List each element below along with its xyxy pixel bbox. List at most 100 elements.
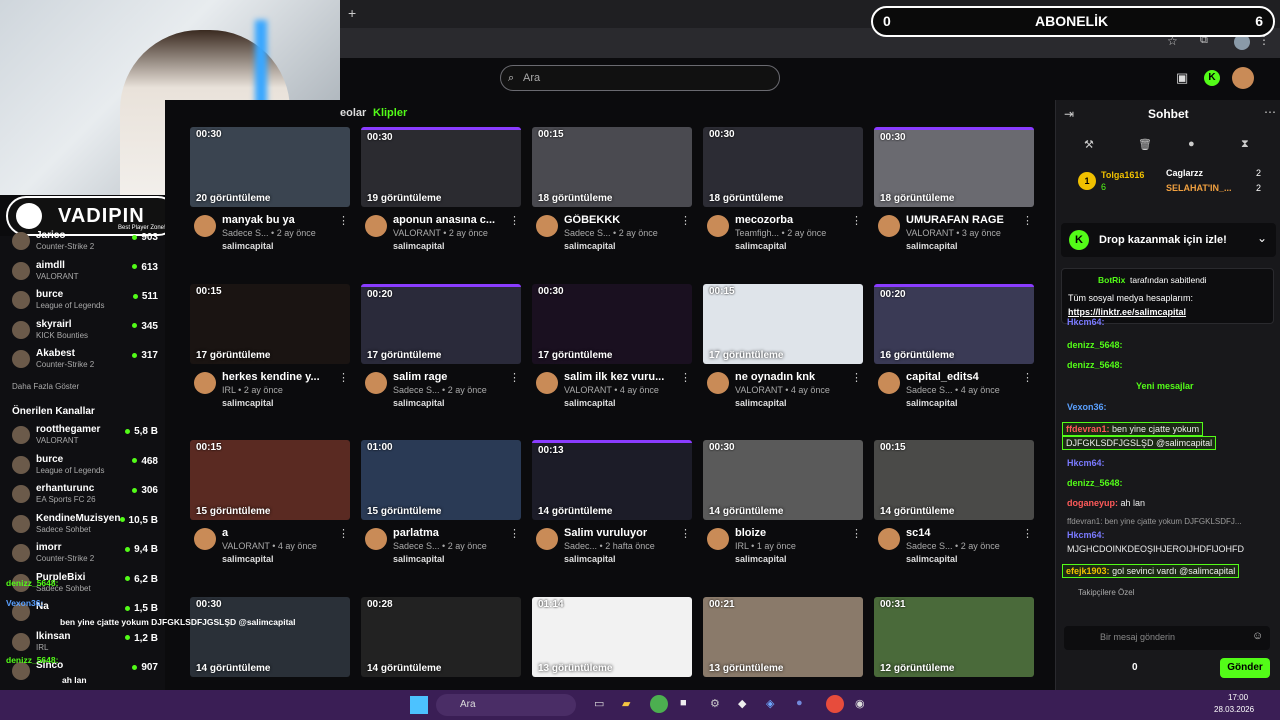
recommended-channel-item[interactable]: rootthegamer VALORANT 5,8 B [8,422,158,452]
clip-thumbnail[interactable]: 00:15 15 görüntüleme [190,440,350,520]
clip-thumbnail[interactable]: 00:30 20 görüntüleme [190,127,350,207]
recommended-channel-item[interactable]: imorr Counter-Strike 2 9,4 B [8,540,158,570]
chat-username[interactable]: ffdevran1: [1066,424,1110,434]
clip-channel[interactable]: salimcapital [735,398,787,408]
clip-title[interactable]: salim rage [393,371,511,383]
chat-bubble-icon[interactable]: ● [1188,138,1195,150]
clip-title[interactable]: manyak bu ya [222,214,340,226]
discord-icon[interactable]: ● [796,697,803,709]
clip-thumbnail[interactable]: 00:30 14 görüntüleme [190,597,350,677]
clip-thumbnail[interactable]: 00:30 17 görüntüleme [532,284,692,364]
recommended-channel-item[interactable]: burce League of Legends 468 [8,452,158,482]
chrome-active-icon[interactable] [826,695,844,713]
cast-icon[interactable]: ▣ [1176,70,1188,86]
clip-title[interactable]: a [222,527,340,539]
clip-menu-icon[interactable]: ⋮ [851,371,862,384]
chat-username[interactable]: denizz_5648: [1067,340,1123,350]
top-channel-item[interactable]: burce League of Legends 511 [8,287,158,317]
clip-thumbnail[interactable]: 00:30 19 görüntüleme [361,127,521,207]
recommended-channel-item[interactable]: lkinsan IRL 1,2 B [8,629,158,659]
chat-username[interactable]: denizz_5648: [1067,360,1123,370]
chat-menu-icon[interactable]: ⋯ [1264,105,1276,119]
send-button[interactable]: Gönder [1220,658,1270,678]
clip-thumbnail[interactable]: 00:15 18 görüntüleme [532,127,692,207]
clip-title[interactable]: Salim vuruluyor [564,527,682,539]
app-icon-2[interactable]: ◆ [738,697,746,710]
windows-start-icon[interactable] [410,696,428,714]
taskbar-search[interactable]: Ara [436,694,576,716]
clip-author-avatar[interactable] [878,215,900,237]
chat-username[interactable]: denizz_5648: [1067,478,1123,488]
chat-username[interactable]: efejk1903: [1066,566,1110,576]
tab-clips[interactable]: Klipler [373,107,407,119]
clip-thumbnail[interactable]: 00:31 12 görüntüleme [874,597,1034,677]
hourglass-icon[interactable]: ⧗ [1241,138,1249,151]
clip-menu-icon[interactable]: ⋮ [1022,371,1033,384]
clip-title[interactable]: parlatma [393,527,511,539]
clip-menu-icon[interactable]: ⋮ [680,527,691,540]
clip-menu-icon[interactable]: ⋮ [509,527,520,540]
clip-channel[interactable]: salimcapital [906,241,958,251]
chat-input[interactable]: Bir mesaj gönderin ☺ [1064,626,1270,650]
app-icon-1[interactable]: ■ [680,697,687,709]
clip-channel[interactable]: salimcapital [564,398,616,408]
chat-username[interactable]: doganeyup: [1067,498,1118,508]
clip-author-avatar[interactable] [707,528,729,550]
clip-title[interactable]: UMURAFAN RAGE [906,214,1024,226]
trash-icon[interactable]: 🗑 [1138,138,1152,151]
emoji-icon[interactable]: ☺ [1252,630,1263,642]
recommended-channel-item[interactable]: erhanturunc EA Sports FC 26 306 [8,481,158,511]
clip-menu-icon[interactable]: ⋮ [1022,214,1033,227]
tab-videos[interactable]: eolar [340,107,366,119]
clip-thumbnail[interactable]: 00:15 17 görüntüleme [190,284,350,364]
chrome-icon[interactable] [650,695,668,713]
clip-title[interactable]: mecozorba [735,214,853,226]
task-view-icon[interactable]: ▭ [594,697,604,710]
clip-author-avatar[interactable] [878,372,900,394]
top-channel-item[interactable]: Jarico Counter-Strike 2 903 [8,228,158,258]
user-avatar[interactable] [1232,67,1254,89]
clip-menu-icon[interactable]: ⋮ [1022,527,1033,540]
clip-title[interactable]: ne oynadın knk [735,371,853,383]
clip-author-avatar[interactable] [536,528,558,550]
clip-menu-icon[interactable]: ⋮ [851,214,862,227]
clip-channel[interactable]: salimcapital [735,241,787,251]
clip-thumbnail[interactable]: 00:20 16 görüntüleme [874,284,1034,364]
clip-channel[interactable]: salimcapital [906,554,958,564]
drop-banner[interactable]: K Drop kazanmak için izle! ⌄ [1061,223,1276,257]
show-more-link[interactable]: Daha Fazla Göster [12,382,79,391]
clip-thumbnail[interactable]: 00:30 18 görüntüleme [703,127,863,207]
clip-menu-icon[interactable]: ⋮ [680,371,691,384]
clip-channel[interactable]: salimcapital [735,554,787,564]
top-channel-item[interactable]: aimdll VALORANT 613 [8,258,158,288]
chevron-down-icon[interactable]: ⌄ [1257,231,1267,245]
clip-title[interactable]: salim ilk kez vuru... [564,371,682,383]
clip-channel[interactable]: salimcapital [393,398,445,408]
clip-menu-icon[interactable]: ⋮ [851,527,862,540]
clip-menu-icon[interactable]: ⋮ [338,371,349,384]
clip-menu-icon[interactable]: ⋮ [338,527,349,540]
pinned-link[interactable]: https://linktr.ee/salimcapital [1068,307,1186,317]
clip-author-avatar[interactable] [194,215,216,237]
recommended-channel-item[interactable]: KendineMuzisyen Sadece Sohbet 10,5 B [8,511,158,541]
clip-channel[interactable]: salimcapital [222,398,274,408]
settings-icon[interactable]: ⚙ [710,697,720,710]
clip-thumbnail[interactable]: 00:21 13 görüntüleme [703,597,863,677]
app-icon-3[interactable]: ◈ [766,697,774,710]
clip-channel[interactable]: salimcapital [222,554,274,564]
clip-channel[interactable]: salimcapital [393,554,445,564]
clip-author-avatar[interactable] [536,215,558,237]
top-channel-item[interactable]: skyrairl KICK Bounties 345 [8,317,158,347]
obs-icon[interactable]: ◉ [855,697,865,710]
file-explorer-icon[interactable]: ▰ [622,697,630,710]
clip-channel[interactable]: salimcapital [393,241,445,251]
mod-hammer-icon[interactable]: ⚒ [1084,138,1094,151]
clip-thumbnail[interactable]: 00:13 14 görüntüleme [532,440,692,520]
clip-title[interactable]: aponun anasına c... [393,214,511,226]
clip-thumbnail[interactable]: 00:15 14 görüntüleme [874,440,1034,520]
clip-author-avatar[interactable] [194,372,216,394]
clip-title[interactable]: GÖBEKKK [564,214,682,226]
clip-author-avatar[interactable] [536,372,558,394]
clip-thumbnail[interactable]: 00:30 14 görüntüleme [703,440,863,520]
clip-author-avatar[interactable] [194,528,216,550]
